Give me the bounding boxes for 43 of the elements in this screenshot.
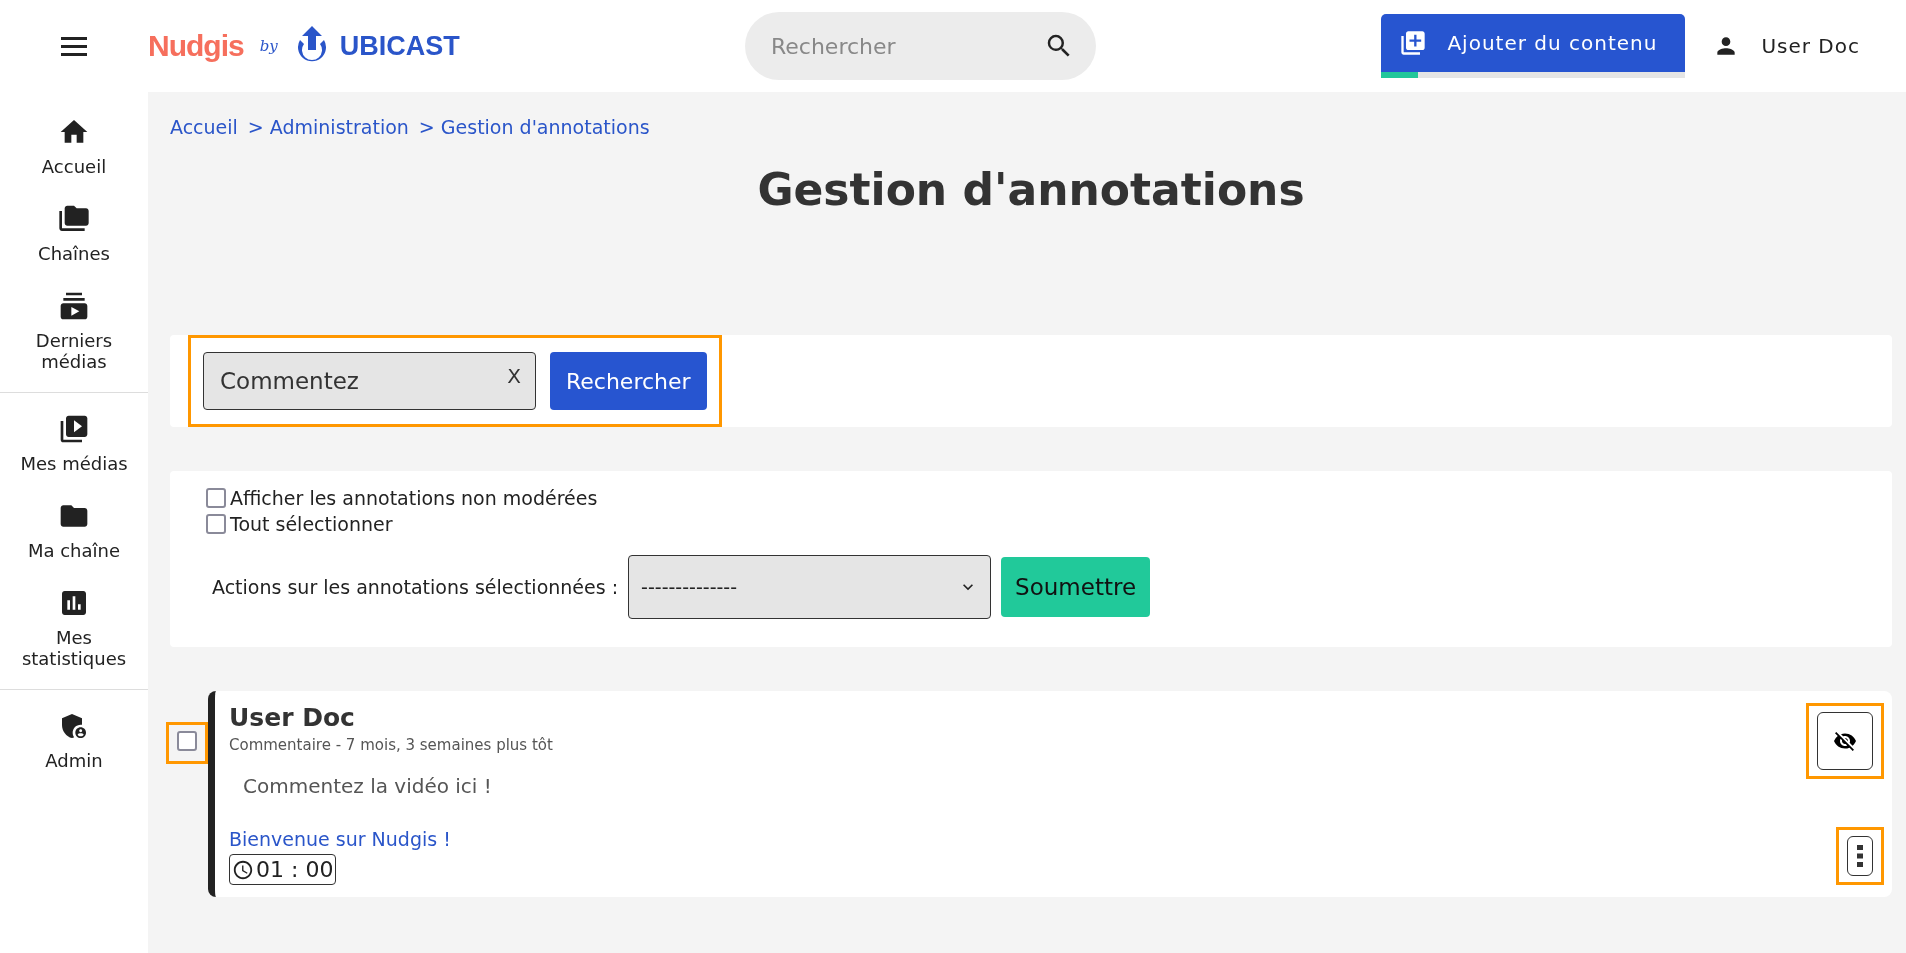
sidebar-item[interactable]: Mes statistiques bbox=[9, 581, 139, 675]
more-icon bbox=[1857, 845, 1863, 867]
checkbox[interactable] bbox=[206, 514, 226, 534]
search-field[interactable]: Commentez X bbox=[203, 352, 536, 410]
menu-icon bbox=[61, 37, 87, 56]
add-library-icon bbox=[1399, 29, 1428, 57]
sidebar-item[interactable]: Accueil bbox=[9, 110, 139, 183]
logo-text: Nudgis bbox=[148, 29, 244, 63]
actions-select[interactable]: -------------- bbox=[628, 555, 992, 619]
add-content-button[interactable]: Ajouter du contenu bbox=[1381, 14, 1686, 72]
eye-slash-icon bbox=[1833, 729, 1857, 753]
breadcrumb-link[interactable]: > Gestion d'annotations bbox=[418, 116, 650, 138]
author-name: User Doc bbox=[229, 703, 356, 732]
search-field[interactable]: Rechercher bbox=[745, 12, 1096, 80]
more-button[interactable] bbox=[1847, 836, 1873, 876]
sidebar-item[interactable]: Derniers médias bbox=[9, 284, 139, 378]
video-library-icon bbox=[58, 413, 90, 445]
timecode-button[interactable]: 01 : 00 bbox=[229, 854, 337, 885]
annotation-text: Commentez la vidéo ici ! bbox=[243, 774, 493, 798]
checkbox[interactable] bbox=[177, 731, 197, 751]
annotation-meta: Commentaire - 7 mois, 3 semaines plus tôt bbox=[229, 736, 553, 754]
sidebar-item[interactable]: Chaînes bbox=[9, 197, 139, 270]
logo-text: by bbox=[259, 37, 278, 55]
breadcrumb-link[interactable]: Accueil bbox=[170, 116, 238, 138]
sidebar-item[interactable]: Admin bbox=[9, 704, 139, 777]
clear-button[interactable]: X bbox=[501, 363, 527, 389]
hide-button[interactable] bbox=[1817, 712, 1873, 770]
sidebar-item[interactable]: Mes médias bbox=[9, 407, 139, 480]
sidebar-item[interactable]: Ma chaîne bbox=[9, 494, 139, 567]
breadcrumb-link[interactable]: > Administration bbox=[247, 116, 409, 138]
search-button[interactable]: Rechercher bbox=[550, 352, 707, 410]
checkbox-label: Afficher les annotations non modérées bbox=[230, 487, 598, 509]
clock-icon bbox=[232, 858, 254, 881]
actions-label: Actions sur les annotations sélectionnées : bbox=[212, 576, 619, 598]
video-stack-icon bbox=[58, 290, 90, 322]
user-menu[interactable]: User Doc bbox=[1707, 32, 1866, 60]
media-link[interactable]: Bienvenue sur Nudgis ! bbox=[229, 828, 451, 850]
search-input[interactable]: Rechercher bbox=[769, 32, 1044, 60]
checkbox-label: Tout sélectionner bbox=[230, 513, 393, 535]
checkbox[interactable] bbox=[206, 488, 226, 508]
page-title: Gestion d'annotations bbox=[756, 164, 1306, 215]
logo-text: UBICAST bbox=[339, 30, 460, 62]
submit-button[interactable]: Soumettre bbox=[1001, 557, 1151, 617]
